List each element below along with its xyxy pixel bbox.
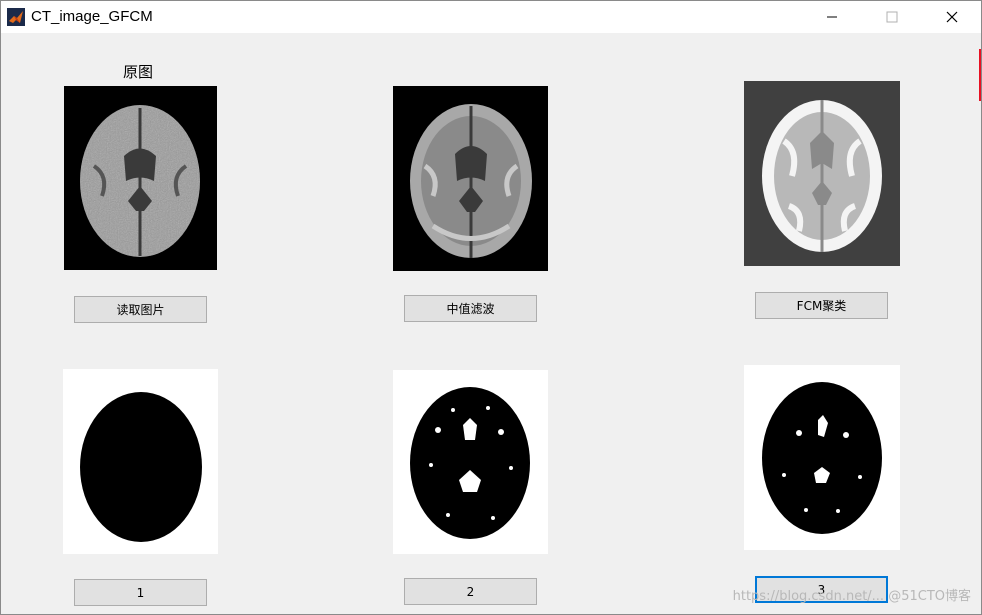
watermark: https://blog.csdn.net/... @51CTO博客: [732, 589, 971, 604]
cluster-2-button[interactable]: 2: [404, 578, 537, 605]
close-button[interactable]: [929, 1, 975, 33]
median-filtered-image: [393, 86, 548, 271]
cluster-2-axes: [393, 370, 548, 554]
read-image-button[interactable]: 读取图片: [74, 296, 207, 323]
minimize-button[interactable]: [809, 1, 855, 33]
cluster-1-axes: [63, 369, 218, 554]
window-edge-mark: [979, 49, 981, 101]
minimize-icon: [827, 16, 837, 18]
cluster-1-mask-image: [63, 369, 218, 554]
original-mri-image: [64, 86, 217, 270]
original-image-axes: [64, 86, 217, 270]
close-icon: [946, 11, 958, 23]
median-filter-button[interactable]: 中值滤波: [404, 295, 537, 322]
matlab-icon: [7, 8, 25, 26]
fcm-cluster-button[interactable]: FCM聚类: [755, 292, 888, 319]
fcm-cluster-image: [744, 81, 900, 266]
maximize-button[interactable]: [869, 1, 915, 33]
title-bar[interactable]: CT_image_GFCM: [1, 1, 981, 33]
figure-window: CT_image_GFCM 原图 读取图片 中值滤波 FCM聚类 1 2 3 h…: [0, 0, 982, 615]
cluster-3-mask-image: [744, 365, 900, 550]
maximize-icon: [886, 11, 898, 23]
median-filtered-axes: [393, 86, 548, 271]
fcm-result-axes: [744, 81, 900, 266]
cluster-2-mask-image: [393, 370, 548, 554]
window-title: CT_image_GFCM: [31, 8, 153, 25]
cluster-3-axes: [744, 365, 900, 550]
original-image-title: 原图: [123, 63, 154, 81]
figure-client-area: 原图 读取图片 中值滤波 FCM聚类 1 2 3 https://blog.cs…: [1, 33, 981, 614]
cluster-1-button[interactable]: 1: [74, 579, 207, 606]
